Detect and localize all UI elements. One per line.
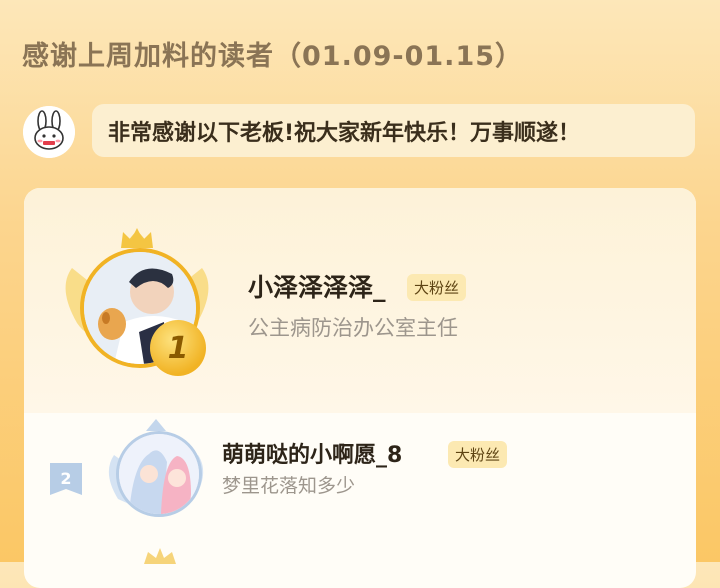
- rank-2-number: 2: [60, 469, 71, 488]
- reader-1-fan-badge: 大粉丝: [407, 274, 467, 301]
- rank-2-flag-icon: 2: [50, 463, 82, 495]
- reader-1-title: 公主病防治办公室主任: [248, 316, 458, 340]
- rank-2-row[interactable]: 2 萌萌哒的小啊愿_8 大粉丝 梦里花落知多少: [24, 413, 696, 543]
- reader-2-title: 梦里花落知多少: [222, 475, 356, 497]
- rank-1-number: 1: [167, 330, 189, 366]
- reader-1-name[interactable]: 小泽泽泽泽_: [248, 268, 386, 304]
- thanks-banner: 非常感谢以下老板!祝大家新年快乐！万事顺遂！: [92, 104, 695, 157]
- bunny-avatar: [23, 106, 75, 158]
- rank-3-crown-icon: [144, 548, 176, 564]
- rank-1-medal: 1: [150, 320, 206, 376]
- reader-ranking-card: 1 小泽泽泽泽_ 大粉丝 公主病防治办公室主任 2 萌萌哒的小啊愿_8 大粉丝 …: [24, 188, 696, 588]
- reader-2-fan-badge: 大粉丝: [448, 441, 508, 468]
- crown-icon: [121, 228, 153, 248]
- reader-2-name[interactable]: 萌萌哒的小啊愿_8: [222, 437, 402, 469]
- reader-2-avatar[interactable]: [116, 431, 202, 517]
- page-title: 感谢上周加料的读者（01.09-01.15）: [22, 41, 524, 72]
- banner-text: 非常感谢以下老板!祝大家新年快乐！万事顺遂！: [108, 120, 581, 146]
- rank-1-row[interactable]: 1 小泽泽泽泽_ 大粉丝 公主病防治办公室主任: [24, 188, 696, 413]
